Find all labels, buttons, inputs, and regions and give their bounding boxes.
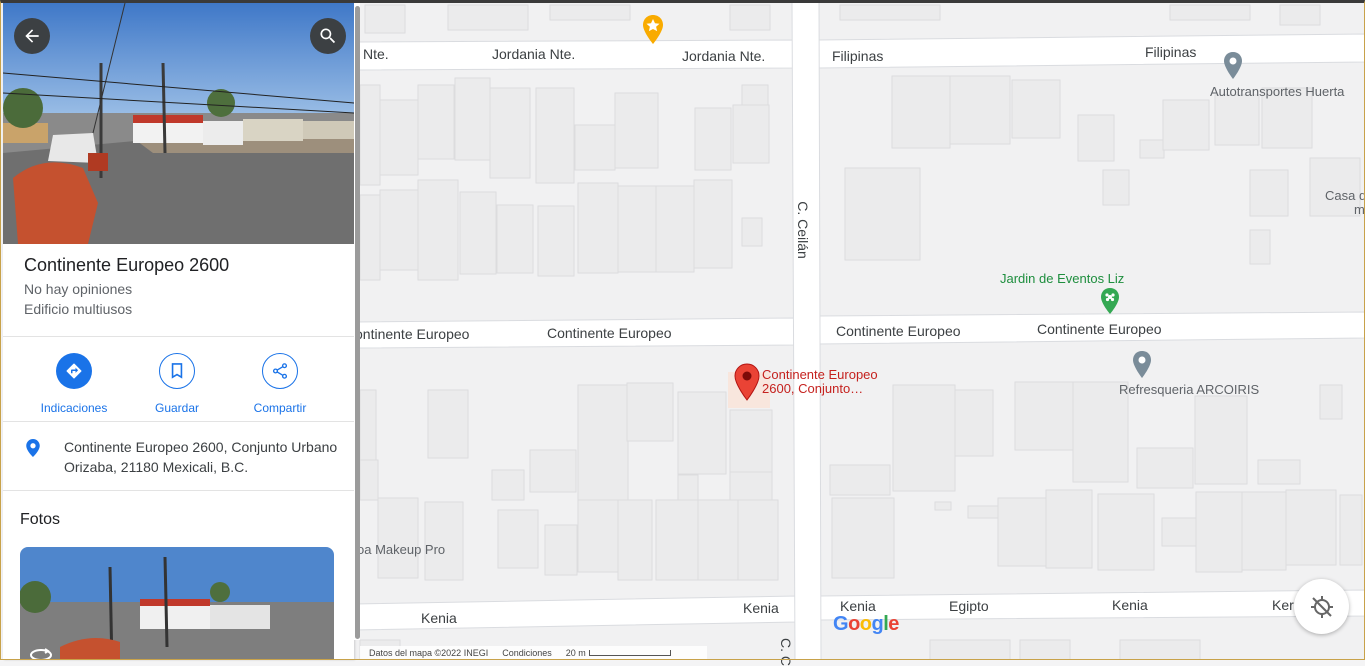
street-view-icon	[30, 648, 52, 660]
place-panel: Continente Europeo 2600 No hay opiniones…	[3, 3, 354, 660]
street-label: ontinente Europeo	[355, 326, 470, 342]
street-label: Kenia	[421, 610, 457, 626]
selected-place-label-line2: 2600, Conjunto…	[762, 381, 864, 396]
photo-thumbnail[interactable]	[20, 547, 334, 660]
map-data-credit: Datos del mapa ©2022 INEGI	[369, 648, 489, 658]
street-label: Kenia	[840, 598, 876, 614]
panel-scrollbar[interactable]	[354, 3, 360, 640]
directions-icon	[56, 353, 92, 389]
share-icon	[262, 353, 298, 389]
search-button[interactable]	[310, 18, 346, 54]
my-location-button[interactable]	[1294, 579, 1349, 634]
address-row[interactable]: Continente Europeo 2600, Conjunto Urbano…	[64, 437, 344, 477]
starred-place-icon[interactable]	[641, 14, 665, 46]
street-label: Ker	[1272, 597, 1294, 613]
google-logo: Google	[833, 613, 899, 635]
poi-label[interactable]: Autotransportes Huerta	[1210, 84, 1344, 99]
address-line2: Orizaba, 21180 Mexicali, B.C.	[64, 459, 249, 475]
street-label: C. Ceilán	[794, 201, 811, 259]
save-button[interactable]: Guardar	[132, 353, 222, 415]
directions-button[interactable]: Indicaciones	[29, 353, 119, 415]
save-label: Guardar	[154, 401, 200, 415]
directions-label: Indicaciones	[40, 401, 108, 415]
street-label: Nte.	[363, 46, 389, 62]
street-label: Egipto	[949, 598, 989, 614]
share-label: Compartir	[253, 401, 307, 415]
street-label: Continente Europeo	[836, 323, 961, 339]
poi-label[interactable]: Casa d	[1325, 188, 1365, 203]
terms-link[interactable]: Condiciones	[502, 648, 552, 658]
address-line1: Continente Europeo 2600, Conjunto Urbano	[64, 439, 338, 455]
street-label: C. C	[778, 638, 794, 666]
locate-off-icon	[1310, 595, 1333, 618]
street-label: Filipinas	[1145, 44, 1197, 60]
street-label: Jordania Nte.	[492, 46, 576, 62]
poi-label[interactable]: Jardin de Eventos Liz	[1000, 271, 1124, 286]
map-footer: Datos del mapa ©2022 INEGI Condiciones 2…	[360, 646, 707, 660]
reviews-text[interactable]: No hay opiniones	[24, 281, 132, 297]
selected-place-label-line1: Continente Europeo	[762, 367, 878, 382]
poi-label[interactable]: Refresqueria ARCOIRIS	[1119, 382, 1259, 397]
bookmark-icon	[159, 353, 195, 389]
poi-label[interactable]: oa Makeup Pro	[357, 542, 445, 557]
search-icon	[320, 28, 336, 44]
street-view-photo[interactable]	[3, 3, 354, 244]
park-pin-icon[interactable]	[1099, 287, 1121, 315]
photos-heading: Fotos	[20, 511, 61, 528]
divider	[3, 336, 354, 337]
divider	[3, 490, 354, 491]
street-label: Jordania Nte.	[682, 48, 766, 64]
place-title: Continente Europeo 2600	[24, 255, 230, 275]
selected-place-pin-icon[interactable]	[733, 363, 761, 401]
street-label: Kenia	[1112, 597, 1148, 613]
street-label: Continente Europeo	[547, 325, 672, 341]
scrollbar-thumb[interactable]	[355, 6, 360, 639]
category-text[interactable]: Edificio multiusos	[24, 301, 132, 317]
scale-label: 20 m	[565, 648, 586, 658]
back-button[interactable]	[14, 18, 50, 54]
street-label: Continente Europeo	[1037, 321, 1162, 337]
street-label: Kenia	[743, 600, 779, 616]
poi-label[interactable]: m	[1354, 202, 1365, 217]
back-arrow-icon	[25, 29, 39, 43]
street-label: Filipinas	[832, 48, 884, 64]
share-button[interactable]: Compartir	[235, 353, 325, 415]
location-pin-icon	[26, 439, 40, 457]
poi-pin-icon[interactable]	[1222, 51, 1244, 81]
selected-place-label[interactable]: Continente Europeo 2600, Conjunto…	[762, 368, 878, 396]
divider	[3, 421, 354, 422]
street-view-image	[3, 3, 354, 244]
poi-pin-icon[interactable]	[1131, 350, 1153, 380]
scale-bar[interactable]: 20 m	[566, 648, 671, 658]
